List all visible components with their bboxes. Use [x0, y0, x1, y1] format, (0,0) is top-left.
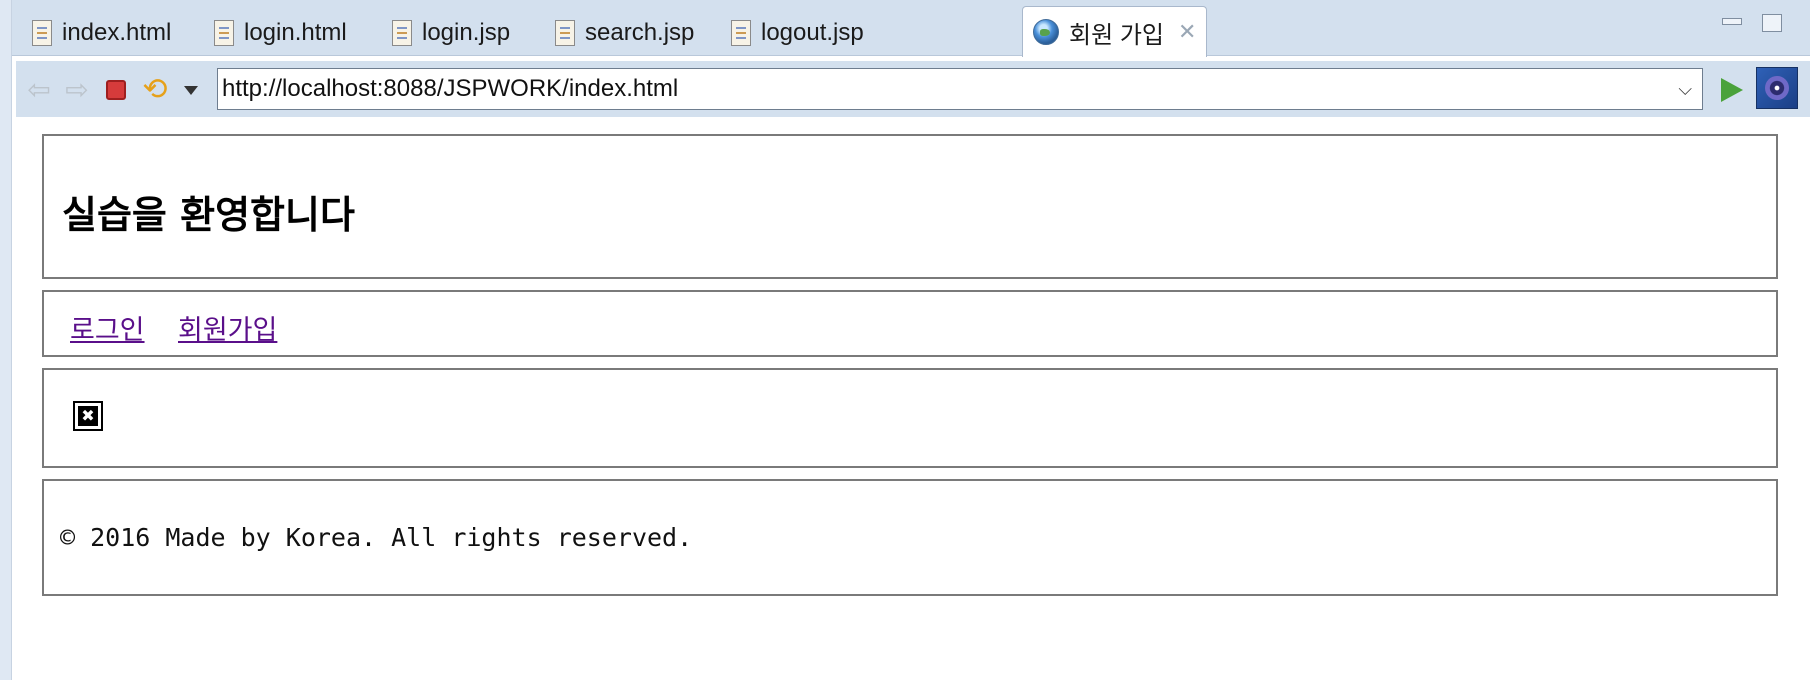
file-icon: [555, 20, 575, 46]
maximize-button[interactable]: [1762, 14, 1782, 32]
editor-tab-bar: index.html login.html login.jsp search.j…: [12, 0, 1810, 57]
tab-index-html[interactable]: index.html: [22, 10, 181, 56]
nav-section: 로그인 회원가입: [42, 290, 1778, 357]
page-title: 실습을 환영합니다: [62, 193, 355, 237]
refresh-button[interactable]: ⟲: [140, 75, 170, 105]
eclipse-button[interactable]: [1756, 67, 1798, 109]
url-bar[interactable]: ⌵: [217, 68, 1703, 110]
tab-login-jsp[interactable]: login.jsp: [382, 10, 520, 56]
url-input[interactable]: [222, 75, 1666, 103]
tab-search-jsp[interactable]: search.jsp: [545, 10, 704, 56]
browser-toolbar: ⇦ ⇨ ⟲ ⌵: [16, 61, 1810, 117]
stop-button[interactable]: [101, 75, 131, 105]
tab-label: login.jsp: [422, 19, 511, 46]
header-section: 실습을 환영합니다: [42, 134, 1778, 279]
footer-text: © 2016 Made by Korea. All rights reserve…: [60, 523, 693, 552]
file-icon: [214, 20, 234, 46]
minimize-button[interactable]: [1722, 18, 1742, 25]
tab-label: 회원 가입: [1069, 21, 1164, 49]
eclipse-icon: [1765, 76, 1789, 100]
image-section: ✖: [42, 368, 1778, 468]
file-icon: [731, 20, 751, 46]
tab-label: login.html: [244, 19, 347, 46]
tab-label: search.jsp: [585, 19, 695, 46]
refresh-icon: ⟲: [142, 72, 168, 107]
tab-label: logout.jsp: [761, 19, 864, 46]
footer-section: © 2016 Made by Korea. All rights reserve…: [42, 479, 1778, 596]
back-button[interactable]: ⇦: [24, 75, 54, 105]
close-icon[interactable]: ✕: [1178, 19, 1196, 45]
tab-login-html[interactable]: login.html: [204, 10, 357, 56]
dropdown-arrow-icon: [184, 85, 198, 95]
file-icon: [32, 20, 52, 46]
file-icon: [392, 20, 412, 46]
stop-icon: [106, 80, 126, 100]
login-link[interactable]: 로그인: [70, 308, 145, 347]
tab-member-join[interactable]: 회원 가입 ✕: [1022, 6, 1208, 57]
forward-button[interactable]: ⇨: [62, 75, 92, 105]
broken-image-symbol: ✖: [78, 406, 98, 426]
back-arrow-icon: ⇦: [27, 73, 51, 106]
tab-logout-jsp[interactable]: logout.jsp: [721, 10, 874, 56]
globe-icon: [1033, 19, 1059, 45]
tab-label: index.html: [62, 19, 172, 46]
join-link[interactable]: 회원가입: [178, 308, 277, 347]
chevron-down-icon[interactable]: ⌵: [1678, 79, 1692, 100]
left-rail: [0, 0, 12, 680]
broken-image-icon: ✖: [73, 401, 103, 431]
refresh-dropdown-button[interactable]: [176, 75, 206, 105]
go-button[interactable]: [1717, 75, 1747, 105]
play-icon: [1721, 78, 1743, 102]
forward-arrow-icon: ⇨: [65, 73, 89, 106]
